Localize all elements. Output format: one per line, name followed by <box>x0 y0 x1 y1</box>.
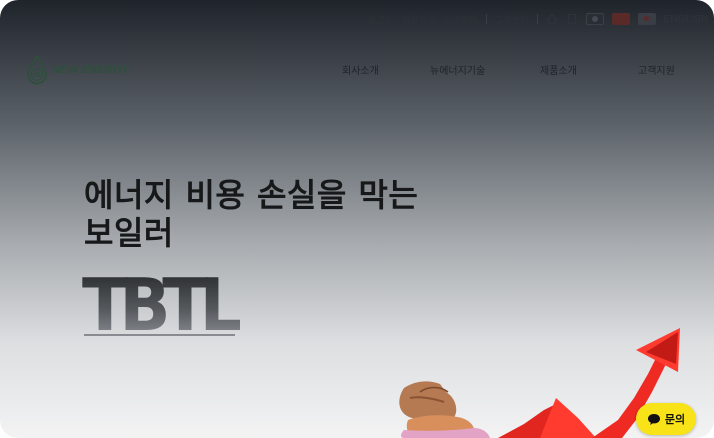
hero-illustration <box>399 328 680 438</box>
money-bag-icon <box>399 381 490 438</box>
chat-button-label: 문의 <box>664 413 686 426</box>
page: 로그인 회원가입 사이트맵 고객센터 ENGLISH NE NEW ENERGY… <box>0 0 714 438</box>
inquiry-chat-button[interactable]: 문의 <box>636 403 696 435</box>
chat-bubble-icon <box>647 413 660 425</box>
